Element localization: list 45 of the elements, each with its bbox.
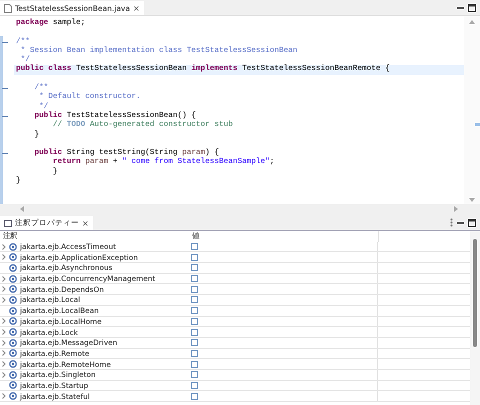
minimize-icon[interactable] xyxy=(457,220,464,224)
checkbox[interactable] xyxy=(191,286,198,293)
expand-icon[interactable] xyxy=(2,372,6,378)
expand-icon[interactable] xyxy=(2,296,6,303)
view-icon xyxy=(4,220,12,226)
scroll-left-icon[interactable] xyxy=(20,206,24,212)
checkbox[interactable] xyxy=(191,350,198,357)
checkbox[interactable] xyxy=(191,264,198,272)
view-menu-icon[interactable] xyxy=(450,218,453,227)
scroll-right-icon[interactable] xyxy=(454,206,458,212)
fold-icon[interactable] xyxy=(2,114,8,119)
checkbox[interactable] xyxy=(191,371,198,378)
expand-icon[interactable] xyxy=(2,244,6,250)
checkbox[interactable] xyxy=(191,307,198,314)
expand-icon[interactable] xyxy=(2,350,6,356)
maximize-icon[interactable] xyxy=(468,218,476,226)
expand-icon[interactable] xyxy=(2,286,6,292)
file-icon xyxy=(4,4,12,12)
checkbox[interactable] xyxy=(191,392,198,400)
scroll-down-icon[interactable] xyxy=(469,198,475,202)
close-icon[interactable]: × xyxy=(132,4,140,12)
fold-icon[interactable] xyxy=(2,151,8,156)
minimize-icon[interactable] xyxy=(457,6,464,10)
maximize-icon[interactable] xyxy=(468,4,476,12)
close-icon[interactable]: × xyxy=(82,218,89,228)
checkbox[interactable] xyxy=(191,360,198,368)
checkbox[interactable] xyxy=(191,339,198,346)
checkbox[interactable] xyxy=(191,318,198,325)
checkbox[interactable] xyxy=(191,328,198,336)
checkbox[interactable] xyxy=(191,382,198,389)
expand-icon[interactable] xyxy=(2,361,6,368)
expand-icon[interactable] xyxy=(2,318,6,324)
expand-icon[interactable] xyxy=(2,329,6,336)
scrollbar-thumb[interactable] xyxy=(473,239,477,347)
checkbox[interactable] xyxy=(191,275,198,282)
expand-icon[interactable] xyxy=(2,276,6,282)
scroll-up-icon[interactable] xyxy=(469,20,475,24)
checkbox[interactable] xyxy=(191,243,198,250)
fold-icon[interactable] xyxy=(2,40,8,45)
expand-icon[interactable] xyxy=(2,340,6,346)
expand-icon[interactable] xyxy=(2,393,6,400)
expand-icon[interactable] xyxy=(2,254,6,260)
checkbox[interactable] xyxy=(191,254,198,261)
fold-icon[interactable] xyxy=(2,86,8,92)
checkbox[interactable] xyxy=(191,296,198,304)
